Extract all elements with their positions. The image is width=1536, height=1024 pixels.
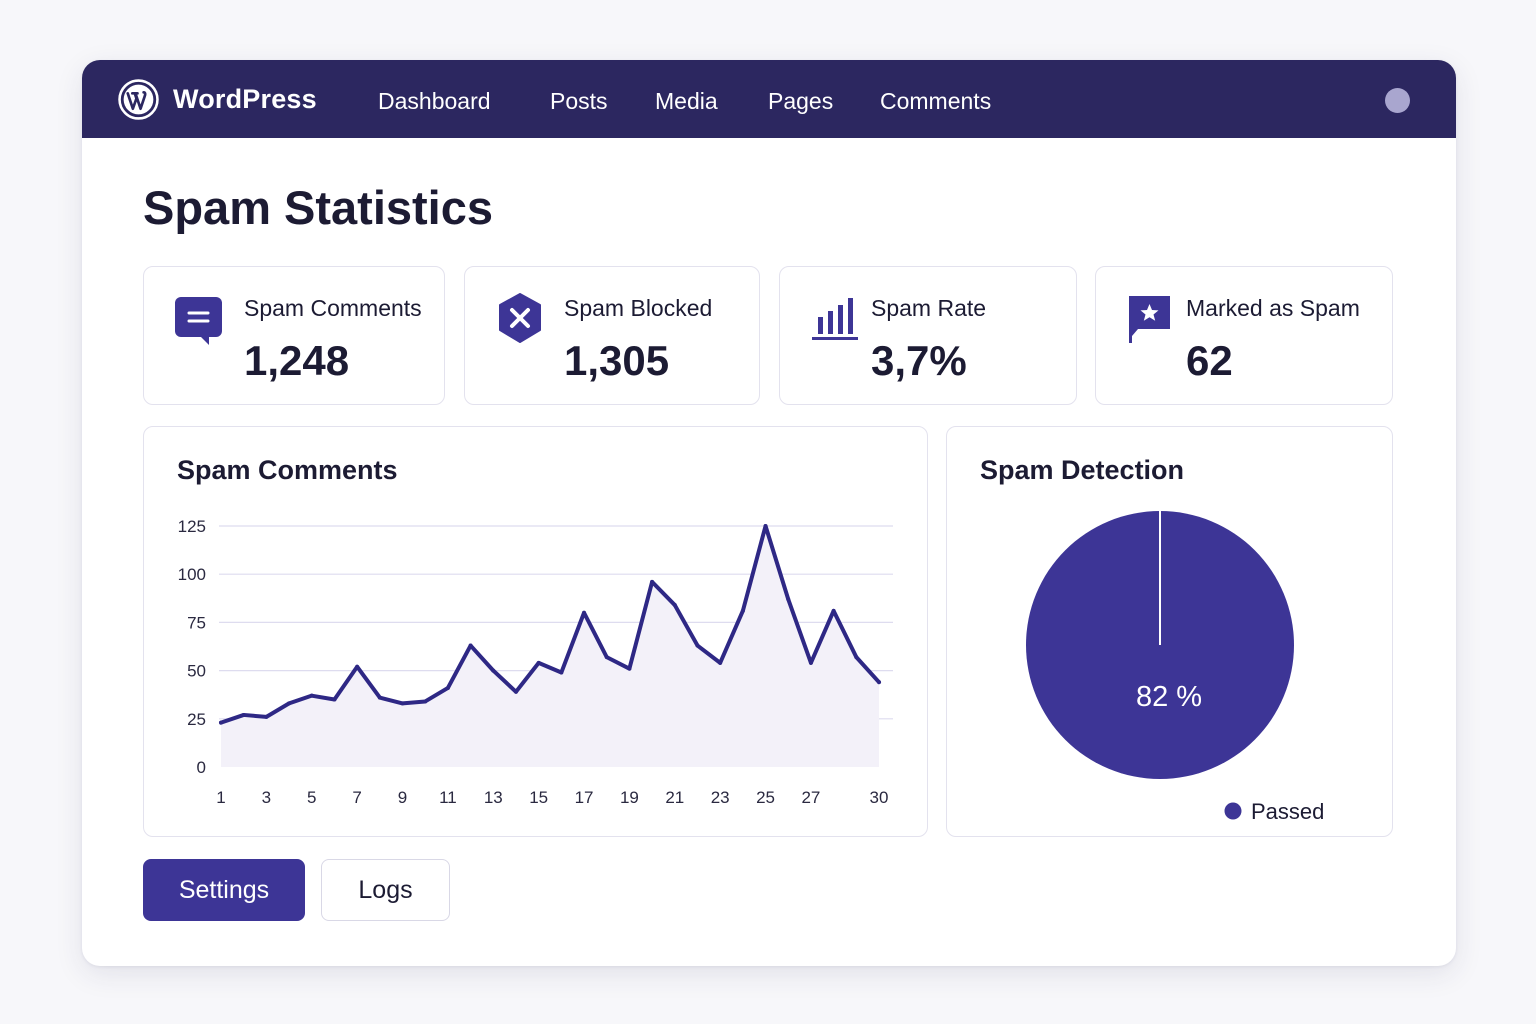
data-point [740, 608, 745, 613]
bar-chart-icon [812, 298, 858, 340]
x-tick-label: 11 [439, 788, 457, 807]
stat-label: Spam Rate [871, 295, 987, 321]
speech-bubble-icon [175, 297, 222, 345]
x-tick-label: 5 [307, 788, 316, 807]
stat-label: Marked as Spam [1186, 295, 1360, 321]
x-tick-label: 15 [529, 788, 548, 807]
y-tick-label: 0 [197, 758, 206, 777]
shield-x-icon [499, 293, 541, 343]
data-point [831, 608, 836, 613]
data-point [854, 655, 859, 660]
data-point [445, 685, 450, 690]
stat-value: 1,305 [564, 337, 670, 384]
stat-label: Spam Comments [244, 295, 422, 321]
data-point [309, 693, 314, 698]
data-point [650, 579, 655, 584]
nav-item-comments[interactable]: Comments [880, 88, 991, 115]
data-point [808, 660, 813, 665]
spam-detection-panel: Spam Detection 82 % Passed [946, 426, 1393, 837]
data-point [536, 660, 541, 665]
pie-center-label: 82 % [1136, 681, 1202, 713]
data-point [287, 701, 292, 706]
x-tick-label: 3 [262, 788, 271, 807]
x-tick-label: 19 [620, 788, 639, 807]
data-point [400, 701, 405, 706]
data-point [718, 660, 723, 665]
data-point [355, 664, 360, 669]
x-tick-label: 17 [575, 788, 594, 807]
stat-value: 3,7% [871, 337, 967, 384]
data-point [491, 668, 496, 673]
user-avatar-icon[interactable] [1385, 88, 1410, 113]
flag-star-icon [1129, 296, 1170, 343]
data-point [604, 655, 609, 660]
x-tick-label: 30 [870, 788, 889, 807]
app-window: WordPress Dashboard Posts Media Pages Co… [82, 60, 1456, 966]
data-point [672, 603, 677, 608]
x-tick-label: 7 [352, 788, 361, 807]
nav-item-posts[interactable]: Posts [550, 88, 608, 115]
x-tick-label: 21 [665, 788, 684, 807]
stat-card-marked-as-spam: Marked as Spam 62 [1095, 266, 1393, 405]
x-tick-label: 27 [801, 788, 820, 807]
x-tick-label: 13 [484, 788, 503, 807]
legend-swatch [1224, 802, 1242, 820]
data-point [468, 643, 473, 648]
x-tick-label: 25 [756, 788, 775, 807]
x-tick-label: 9 [398, 788, 407, 807]
brand-name[interactable]: WordPress [173, 84, 317, 115]
data-point [559, 670, 564, 675]
spam-comments-line-chart: 02550751001251 3 5 7 9 11 13 15 17 19 21 23 25 27 30 [178, 517, 893, 807]
stat-card-spam-blocked: Spam Blocked 1,305 [464, 266, 760, 405]
nav-item-media[interactable]: Media [655, 88, 718, 115]
data-point [786, 597, 791, 602]
y-tick-label: 100 [178, 565, 206, 584]
data-point [423, 699, 428, 704]
x-tick-label: 1 [216, 788, 225, 807]
page-title: Spam Statistics [143, 181, 494, 234]
stat-value: 62 [1186, 337, 1233, 384]
settings-button[interactable]: Settings [143, 859, 305, 921]
data-point [513, 689, 518, 694]
data-point [377, 695, 382, 700]
legend-label: Passed [1251, 799, 1324, 824]
stat-card-spam-rate: Spam Rate 3,7% [779, 266, 1077, 405]
data-point [582, 610, 587, 615]
nav-item-dashboard[interactable]: Dashboard [378, 88, 491, 115]
data-point [627, 666, 632, 671]
stat-value: 1,248 [244, 337, 350, 384]
data-point [877, 680, 881, 685]
y-tick-label: 25 [187, 710, 206, 729]
nav-item-pages[interactable]: Pages [768, 88, 833, 115]
y-tick-label: 125 [178, 517, 206, 536]
x-tick-label: 23 [711, 788, 730, 807]
spam-detection-pie-chart: 82 % Passed [1026, 511, 1324, 824]
spam-comments-chart-panel: Spam Comments 0 25 50 75 100 125 1 3 5 7 9 11 13 15 17… [143, 426, 928, 837]
stat-card-spam-comments: Spam Comments 1,248 [143, 266, 445, 405]
data-point [219, 720, 223, 725]
logs-button[interactable]: Logs [321, 859, 450, 921]
data-point [763, 524, 768, 528]
data-point [332, 697, 337, 702]
y-tick-label: 75 [187, 613, 206, 632]
wordpress-logo-icon[interactable] [118, 79, 159, 120]
area-fill [221, 526, 879, 767]
top-nav-bar: WordPress Dashboard Posts Media Pages Co… [82, 60, 1456, 138]
y-tick-label: 50 [187, 662, 206, 681]
data-point [241, 712, 246, 717]
data-point [695, 643, 700, 648]
data-point [264, 714, 269, 719]
stat-label: Spam Blocked [564, 295, 713, 321]
